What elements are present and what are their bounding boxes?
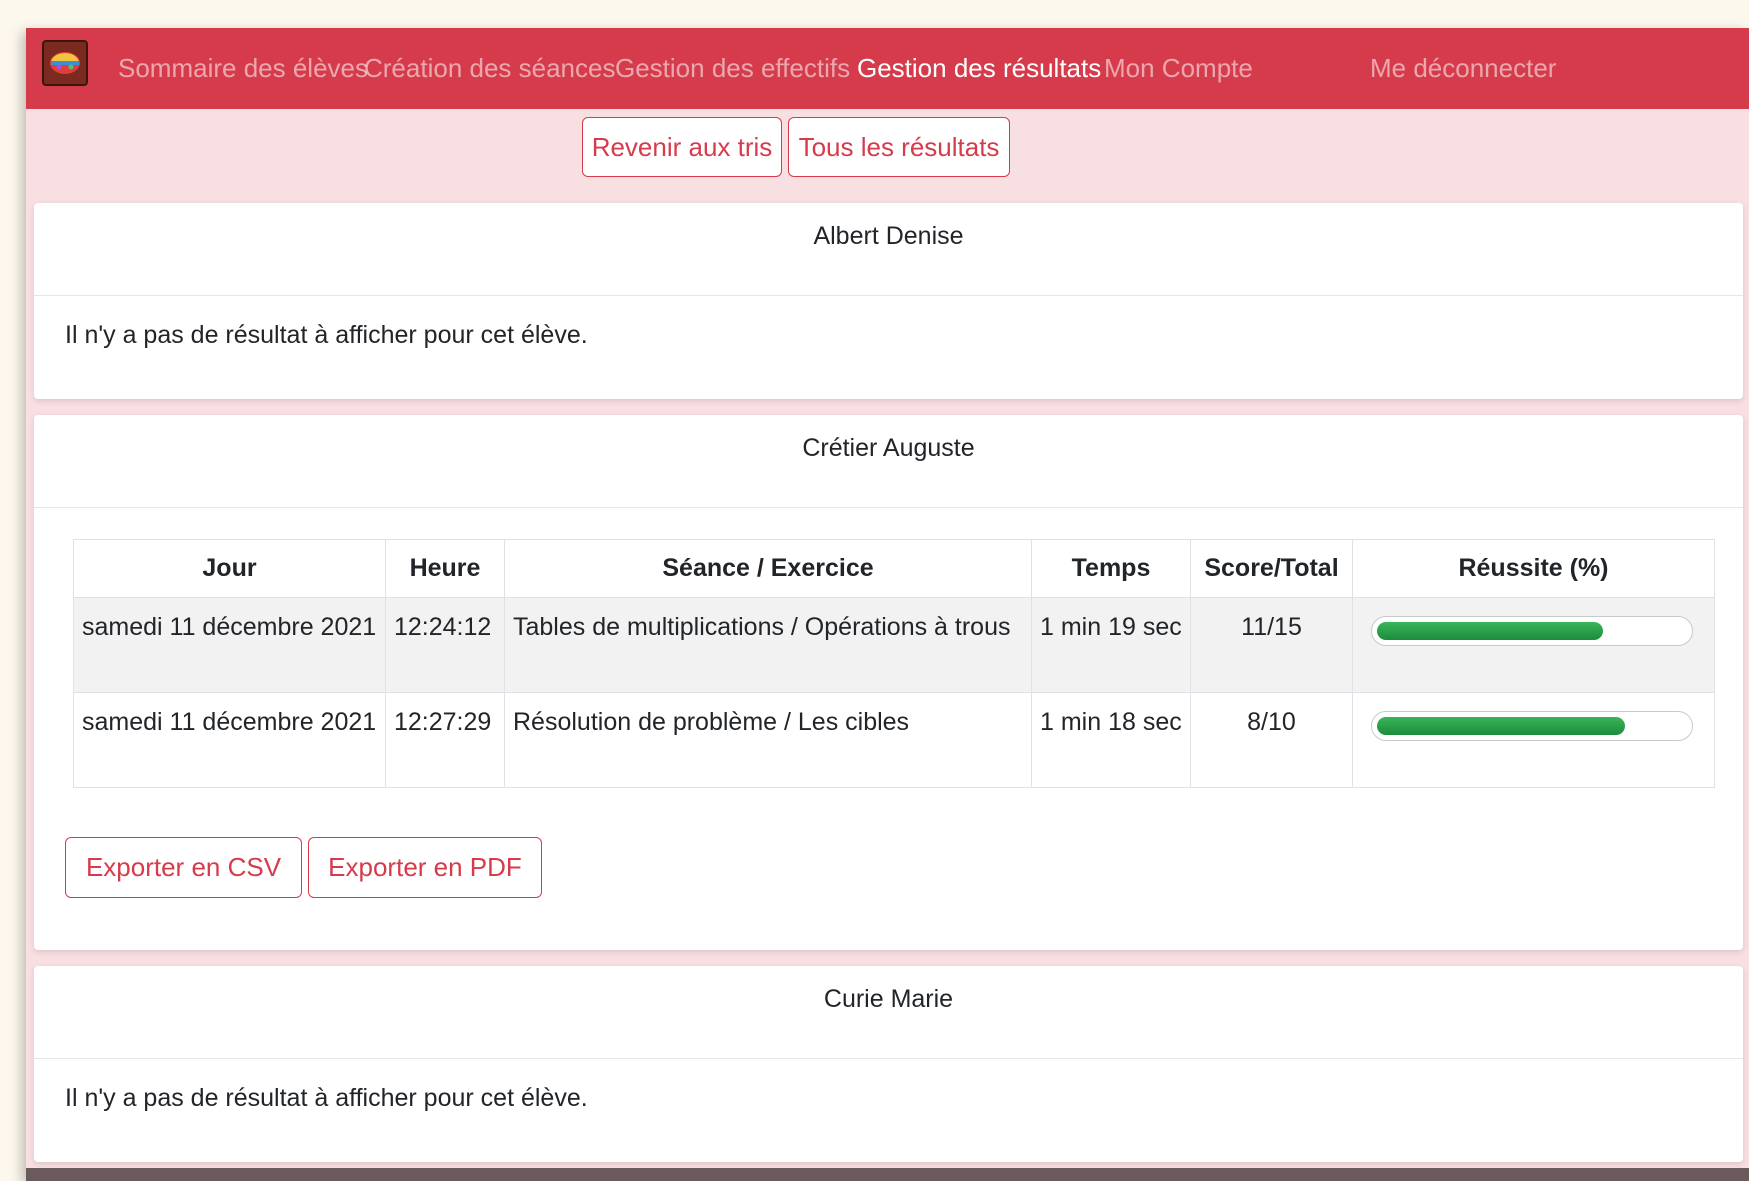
cell-heure: 12:24:12 xyxy=(385,597,505,693)
cell-reussite xyxy=(1352,692,1715,788)
window-bottom-edge xyxy=(26,1168,1749,1181)
success-progress-bar xyxy=(1371,616,1693,646)
cell-reussite xyxy=(1352,597,1715,693)
back-to-sort-button[interactable]: Revenir aux tris xyxy=(582,117,782,177)
empty-message: Il n'y a pas de résultat à afficher pour… xyxy=(65,1084,588,1112)
student-card: Curie Marie Il n'y a pas de résultat à a… xyxy=(34,966,1743,1162)
student-name: Albert Denise xyxy=(34,203,1743,296)
student-card: Albert Denise Il n'y a pas de résultat à… xyxy=(34,203,1743,399)
column-header-jour: Jour xyxy=(73,539,386,598)
column-header-seance: Séance / Exercice xyxy=(504,539,1032,598)
nav-link-creation-seances[interactable]: Création des séances xyxy=(364,28,615,109)
cell-jour: samedi 11 décembre 2021 xyxy=(73,597,386,693)
empty-message: Il n'y a pas de résultat à afficher pour… xyxy=(65,321,588,349)
nav-link-mon-compte[interactable]: Mon Compte xyxy=(1104,28,1253,109)
results-table: Jour Heure Séance / Exercice Temps Score… xyxy=(73,539,1715,788)
table-header-row: Jour Heure Séance / Exercice Temps Score… xyxy=(73,539,1715,598)
success-progress-bar xyxy=(1371,711,1693,741)
cell-heure: 12:27:29 xyxy=(385,692,505,788)
navbar: Sommaire des élèves Création des séances… xyxy=(26,28,1749,109)
logout-link[interactable]: Me déconnecter xyxy=(1370,28,1556,109)
cell-temps: 1 min 18 sec xyxy=(1031,692,1191,788)
export-pdf-button[interactable]: Exporter en PDF xyxy=(308,837,542,898)
all-results-button[interactable]: Tous les résultats xyxy=(788,117,1010,177)
student-name: Curie Marie xyxy=(34,966,1743,1059)
cell-temps: 1 min 19 sec xyxy=(1031,597,1191,693)
cell-jour: samedi 11 décembre 2021 xyxy=(73,692,386,788)
app-window: Sommaire des élèves Création des séances… xyxy=(26,28,1749,1181)
export-csv-button[interactable]: Exporter en CSV xyxy=(65,837,302,898)
table-row: samedi 11 décembre 2021 12:27:29 Résolut… xyxy=(73,692,1715,788)
progress-fill xyxy=(1377,717,1625,735)
nav-link-sommaire[interactable]: Sommaire des élèves xyxy=(118,28,368,109)
progress-fill xyxy=(1377,622,1603,640)
table-row: samedi 11 décembre 2021 12:24:12 Tables … xyxy=(73,597,1715,693)
column-header-score: Score/Total xyxy=(1190,539,1353,598)
nav-link-gestion-effectifs[interactable]: Gestion des effectifs xyxy=(615,28,850,109)
column-header-temps: Temps xyxy=(1031,539,1191,598)
student-name: Crétier Auguste xyxy=(34,415,1743,508)
cell-score: 11/15 xyxy=(1190,597,1353,693)
app-logo-icon[interactable] xyxy=(42,40,88,86)
cell-seance: Tables de multiplications / Opérations à… xyxy=(504,597,1032,693)
cell-score: 8/10 xyxy=(1190,692,1353,788)
nav-link-gestion-resultats[interactable]: Gestion des résultats xyxy=(857,28,1101,109)
cell-seance: Résolution de problème / Les cibles xyxy=(504,692,1032,788)
column-header-heure: Heure xyxy=(385,539,505,598)
student-card: Crétier Auguste Jour Heure Séance / Exer… xyxy=(34,415,1743,950)
column-header-reussite: Réussite (%) xyxy=(1352,539,1715,598)
